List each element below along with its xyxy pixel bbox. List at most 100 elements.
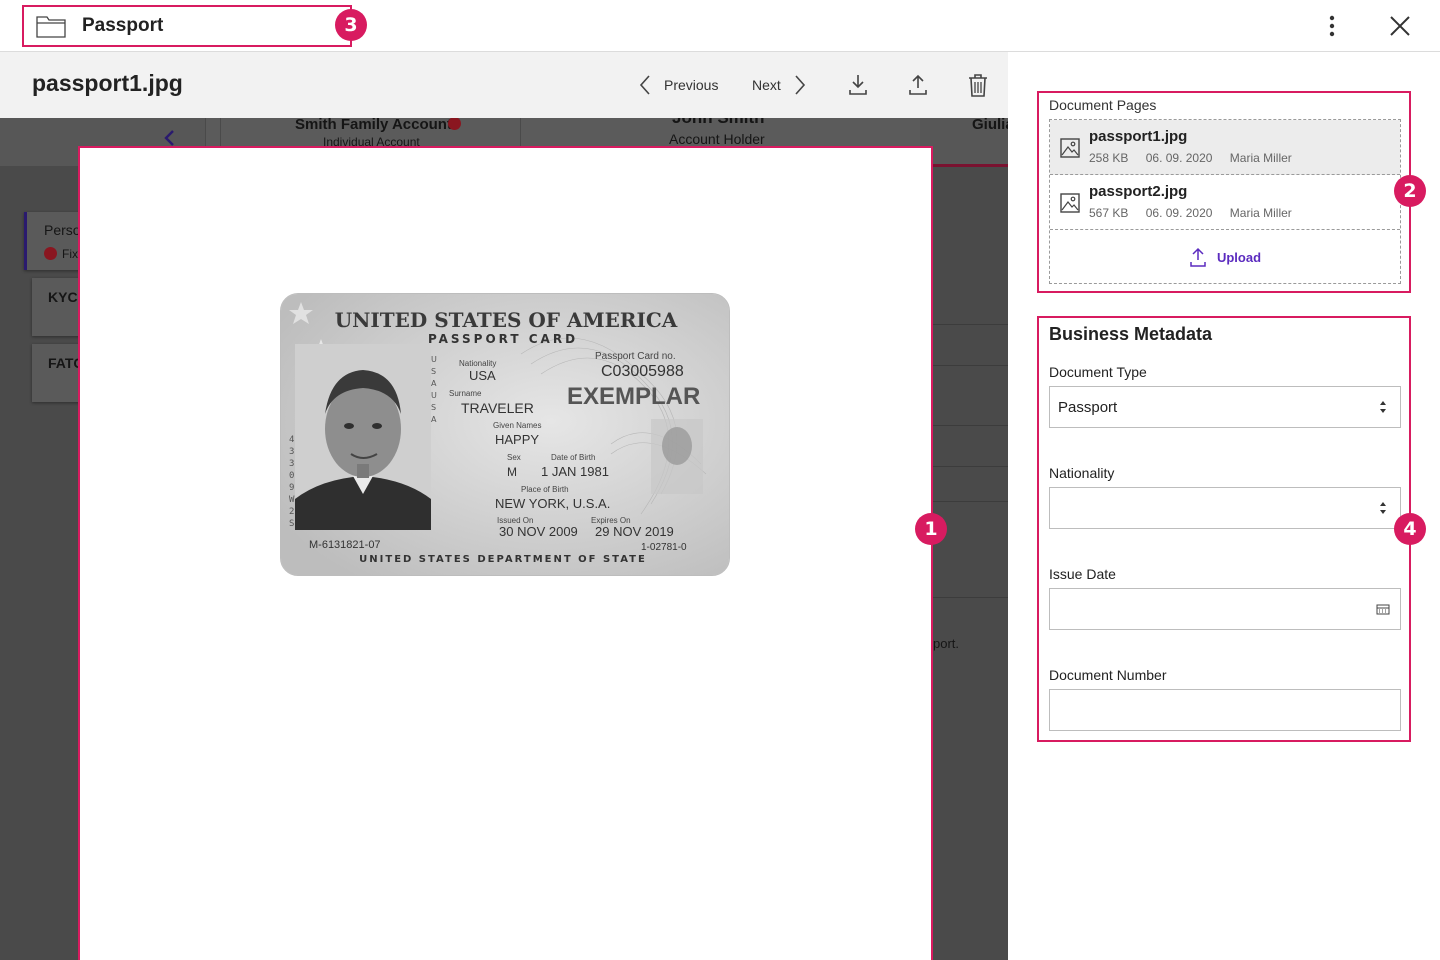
background-side-sub-1: Fix <box>62 247 78 261</box>
previous-button[interactable]: Previous <box>638 70 718 100</box>
nationality-label: Nationality <box>1049 465 1115 481</box>
page-item-1[interactable]: passport1.jpg 258 KB 06. 09. 2020 Maria … <box>1050 120 1400 175</box>
card-expires: 29 NOV 2019 <box>595 524 674 539</box>
background-divider <box>933 466 1008 467</box>
svg-text:U: U <box>431 355 437 364</box>
card-surname-label: Surname <box>449 389 482 398</box>
calendar-icon[interactable] <box>1376 601 1390 617</box>
folder-icon <box>36 16 66 38</box>
select-arrows-icon <box>1380 502 1386 514</box>
card-number: C03005988 <box>601 363 684 380</box>
svg-text:2: 2 <box>289 507 294 517</box>
svg-text:0: 0 <box>289 471 294 481</box>
background-tab3-title: Giulia <box>972 116 1008 133</box>
svg-text:A: A <box>431 415 437 424</box>
background-side-item-1 <box>24 212 84 270</box>
card-sex: M <box>507 465 517 479</box>
card-code-right: 1-02781-0 <box>641 542 687 553</box>
annotation-marker-1: 1 <box>915 513 947 545</box>
side-panel: Document Pages passport1.jpg 258 KB 06. … <box>1008 52 1440 960</box>
annotation-marker-4: 4 <box>1394 513 1426 545</box>
card-dob: 1 JAN 1981 <box>541 464 609 479</box>
card-subheader: PASSPORT CARD <box>428 332 578 346</box>
background-side-label-1: Perso <box>44 222 81 238</box>
document-title: Passport <box>82 15 164 36</box>
page-name: passport2.jpg <box>1089 183 1188 200</box>
document-pages-list: passport1.jpg 258 KB 06. 09. 2020 Maria … <box>1049 119 1401 284</box>
card-exemplar: EXEMPLAR <box>567 383 700 410</box>
background-active-underline <box>920 164 1008 167</box>
card-given: HAPPY <box>495 432 539 447</box>
upload-icon <box>1190 247 1206 267</box>
chevron-right-icon <box>795 75 805 95</box>
issue-date-label: Issue Date <box>1049 566 1116 582</box>
file-name: passport1.jpg <box>32 70 183 96</box>
select-arrows-icon <box>1380 401 1386 413</box>
background-text-fragment: port. <box>933 636 960 651</box>
svg-text:U: U <box>431 391 437 400</box>
card-nationality-label: Nationality <box>459 359 496 368</box>
upload-button[interactable]: Upload <box>1050 230 1400 284</box>
svg-text:3: 3 <box>289 447 294 457</box>
nationality-select[interactable] <box>1049 487 1401 529</box>
upload-label: Upload <box>1216 249 1262 265</box>
card-header: UNITED STATES OF AMERICA <box>335 308 678 332</box>
document-type-select[interactable]: Passport <box>1049 386 1401 428</box>
card-given-label: Given Names <box>493 421 541 430</box>
card-issued: 30 NOV 2009 <box>499 524 578 539</box>
document-type-value: Passport <box>1058 398 1118 416</box>
chevron-left-icon <box>639 75 650 95</box>
viewer-area: Smith Family Account Individual Account … <box>0 52 1008 960</box>
document-title-box: Passport <box>22 5 352 47</box>
business-metadata-section: Business Metadata Document Type Passport… <box>1037 316 1411 742</box>
card-code-left: M-6131821-07 <box>309 539 381 551</box>
card-pob: NEW YORK, U.S.A. <box>495 496 610 511</box>
background-error-dot <box>448 117 461 130</box>
background-divider <box>933 501 1008 502</box>
page-author: Maria Miller <box>1229 206 1292 220</box>
svg-text:S: S <box>431 367 436 376</box>
svg-text:S: S <box>431 403 436 412</box>
business-metadata-title: Business Metadata <box>1049 324 1213 344</box>
document-number-input[interactable] <box>1049 689 1401 731</box>
close-icon[interactable] <box>1386 12 1414 40</box>
image-file-icon <box>1060 138 1080 158</box>
background-error-dot-2 <box>44 247 57 260</box>
next-label: Next <box>752 77 781 93</box>
card-sex-label: Sex <box>507 453 521 462</box>
image-file-icon <box>1060 193 1080 213</box>
background-divider <box>933 597 1008 598</box>
document-pages-section: Document Pages passport1.jpg 258 KB 06. … <box>1037 91 1411 293</box>
next-button[interactable]: Next <box>752 70 807 100</box>
document-number-label: Document Number <box>1049 667 1167 683</box>
background-tab2-subtitle: Account Holder <box>669 131 765 147</box>
previous-label: Previous <box>664 77 719 93</box>
annotation-marker-3: 3 <box>335 9 367 41</box>
issue-date-field[interactable] <box>1049 588 1401 630</box>
document-pages-label: Document Pages <box>1049 97 1157 113</box>
page-meta: 258 KB 06. 09. 2020 Maria Miller <box>1089 151 1306 165</box>
page-author: Maria Miller <box>1229 151 1292 165</box>
page-item-2[interactable]: passport2.jpg 567 KB 06. 09. 2020 Maria … <box>1050 175 1400 230</box>
background-tab1-title: Smith Family Account <box>295 116 452 133</box>
page-date: 06. 09. 2020 <box>1145 206 1213 220</box>
document-type-label: Document Type <box>1049 364 1147 380</box>
svg-text:3: 3 <box>289 459 294 469</box>
background-side-label-2: KYC <box>48 289 78 305</box>
svg-text:A: A <box>431 379 437 388</box>
svg-text:S: S <box>289 519 294 529</box>
annotation-marker-2: 2 <box>1394 175 1426 207</box>
upload-icon[interactable] <box>905 72 931 98</box>
card-footer: UNITED STATES DEPARTMENT OF STATE <box>359 554 647 565</box>
kebab-menu-icon[interactable] <box>1318 12 1346 40</box>
svg-text:W: W <box>289 495 295 505</box>
download-icon[interactable] <box>845 72 871 98</box>
trash-icon[interactable] <box>965 72 991 98</box>
image-viewer: 4 3 3 0 9 W 2 S U S A U S A UNITED STATE… <box>78 146 933 960</box>
background-divider <box>933 425 1008 426</box>
card-dob-label: Date of Birth <box>551 453 595 462</box>
passport-card-artwork: 4 3 3 0 9 W 2 S U S A U S A UNITED STATE… <box>281 294 729 575</box>
page-size: 258 KB <box>1089 151 1129 165</box>
svg-text:4: 4 <box>289 435 294 445</box>
background-divider <box>933 365 1008 366</box>
